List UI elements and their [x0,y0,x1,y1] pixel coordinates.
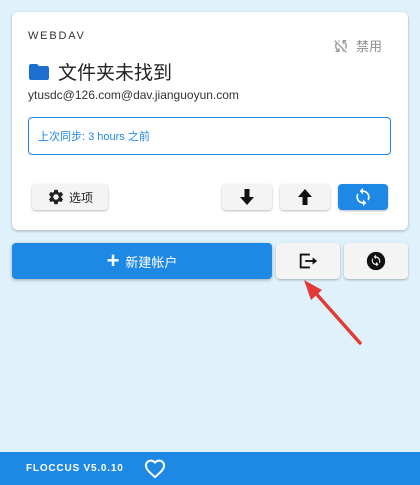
footer-bar: FLOCCUS V5.0.10 [0,452,420,485]
export-icon [299,253,318,269]
options-label: 选项 [68,190,93,205]
arrow-down-icon [240,189,254,205]
plus-icon: + [106,248,120,273]
sync-button[interactable] [338,184,388,210]
sync-icon [356,187,370,207]
folder-row: 文件夹未找到 [29,58,172,85]
heart-icon[interactable] [144,459,166,479]
disable-sync-toggle[interactable]: 禁用 [332,36,382,55]
account-card: WEBDAV 禁用 文件夹未找到 ytusdc@126.com@dav.jian… [12,12,408,230]
account-type-label: WEBDAV [28,30,86,42]
import-button[interactable] [344,243,408,279]
arrow-up-icon [298,189,312,205]
gear-icon [48,189,63,205]
new-account-button[interactable]: + 新建帐户 [12,243,272,279]
push-button[interactable] [280,184,330,210]
import-sync-icon [366,251,386,271]
sync-status-box: 上次同步: 3 hours 之前 [28,117,391,155]
account-url: ytusdc@126.com@dav.jianguoyun.com [28,88,239,102]
pull-button[interactable] [222,184,272,210]
options-button[interactable]: 选项 [32,184,108,210]
export-button[interactable] [276,243,340,279]
folder-icon [29,63,49,80]
new-account-label: 新建帐户 [125,254,178,270]
disable-label: 禁用 [355,39,382,54]
version-label: FLOCCUS V5.0.10 [26,463,124,474]
sync-off-icon [334,39,347,53]
folder-title: 文件夹未找到 [58,63,173,84]
